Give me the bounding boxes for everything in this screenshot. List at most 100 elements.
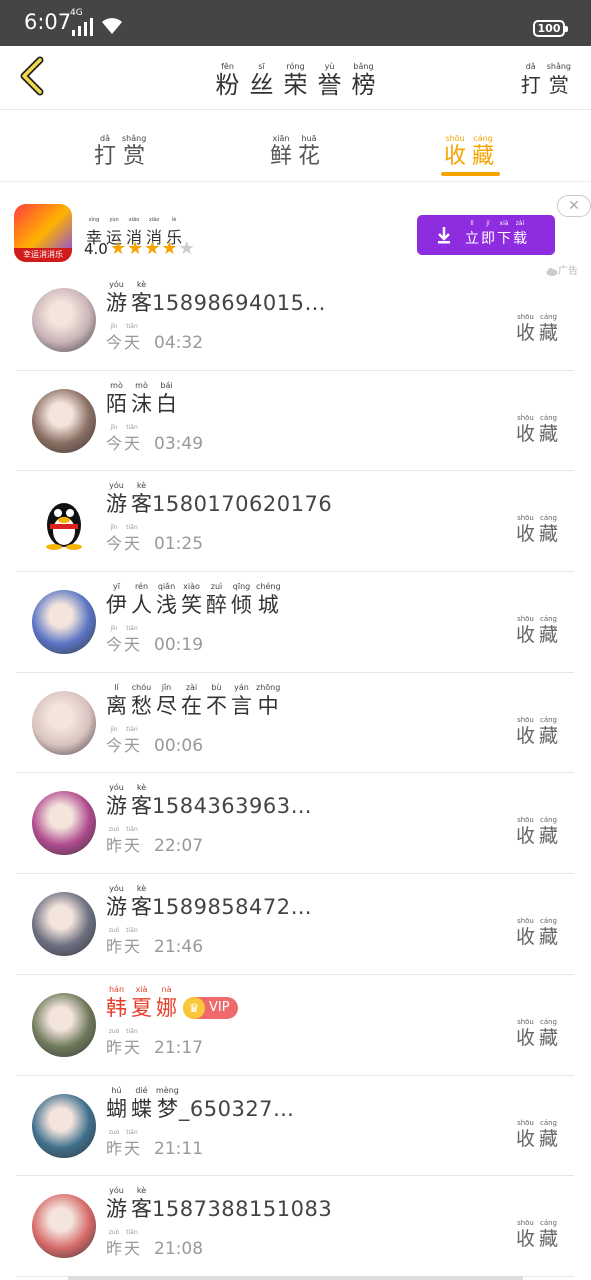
user-name-char: zhōng 中: [256, 683, 280, 719]
user-name-char: hán 韩: [106, 985, 127, 1021]
hanzi: 收: [515, 422, 535, 445]
avatar[interactable]: [32, 489, 96, 554]
hanzi: 在: [181, 693, 202, 718]
user-name-char: kè 客: [131, 884, 152, 920]
favorite-button[interactable]: shōu 收 cáng 藏: [516, 807, 558, 847]
list-item[interactable]: lí 离 chóu 愁 jǐn 尽 zài 在 bù 不 yán 言 zhōng 中 jīn 今 tiān 天 00…: [16, 673, 574, 774]
list-item[interactable]: yóu 游 kè 客 1589858472… zuó 昨 tiān 天 21:46 shōu 收 cán…: [16, 874, 574, 975]
pinyin: xiāo: [128, 217, 140, 223]
tab-favorites[interactable]: shōu 收 cáng 藏: [444, 126, 494, 170]
header-reward-button[interactable]: dǎ 打 shǎng 赏: [521, 54, 571, 98]
user-name: yóu 游 kè 客 15898694015…: [106, 280, 326, 316]
favorite-button[interactable]: shōu 收 cáng 藏: [516, 606, 558, 646]
list-item[interactable]: yóu 游 kè 客 1580170620176 jīn 今 tiān 天 01:25 shōu 收 c…: [16, 471, 574, 573]
pinyin: cáng: [539, 413, 557, 422]
time-value: 04:32: [154, 333, 204, 353]
pinyin: zuó: [108, 1128, 120, 1136]
favorite-button[interactable]: shōu 收 cáng 藏: [516, 908, 558, 948]
user-name-char: kè 客: [131, 280, 152, 316]
pinyin: shōu: [517, 816, 534, 825]
favorite-button[interactable]: shōu 收 cáng 藏: [516, 1210, 558, 1250]
tab-reward[interactable]: dǎ 打 shǎng 赏: [94, 126, 146, 170]
day-char: zuó 昨: [106, 1027, 122, 1059]
user-name-char: kè 客: [131, 1186, 152, 1222]
favorite-button[interactable]: shōu 收 cáng 藏: [516, 1110, 558, 1150]
avatar[interactable]: [32, 791, 96, 856]
reward-char: dǎ 打: [521, 62, 541, 98]
user-name-char: mò 陌: [106, 381, 127, 417]
list-item[interactable]: yóu 游 kè 客 1584363963… zuó 昨 tiān 天 22:07 shōu 收 cán…: [16, 773, 574, 875]
pinyin: tiān: [126, 725, 138, 733]
pinyin: zhōng: [256, 682, 281, 692]
favorite-char: shōu 收: [516, 513, 535, 545]
hanzi: 尽: [156, 693, 177, 718]
pinyin: mò: [135, 380, 148, 390]
day-char: tiān 天: [124, 523, 140, 555]
favorite-button[interactable]: shōu 收 cáng 藏: [516, 304, 558, 344]
list-item[interactable]: yī 伊 rén 人 qiǎn 浅 xiào 笑 zuì 醉 qīng 倾 chéng 城 jīn 今 tiān…: [16, 572, 574, 673]
favorite-button[interactable]: shōu 收 cáng 藏: [516, 505, 558, 545]
favorite-button[interactable]: shōu 收 cáng 藏: [516, 707, 558, 747]
favorite-char: shōu 收: [516, 1017, 535, 1049]
avatar[interactable]: [32, 1194, 96, 1259]
user-name-char: jǐn 尽: [156, 683, 177, 719]
avatar[interactable]: [32, 288, 96, 352]
title-char: fěn 粉: [216, 62, 240, 98]
avatar[interactable]: [32, 892, 96, 957]
time-value: 01:25: [154, 534, 204, 555]
list-item[interactable]: yóu 游 kè 客 1587388151083 zuó 昨 tiān 天 21:08 shōu 收 c…: [16, 1176, 574, 1277]
tab-char: xiān 鲜: [270, 134, 292, 170]
avatar[interactable]: [32, 992, 96, 1057]
hanzi: 收: [515, 724, 535, 747]
avatar[interactable]: [32, 690, 96, 755]
hanzi: 韩: [106, 995, 127, 1020]
pinyin: bù: [211, 682, 222, 692]
user-name-char: bù 不: [206, 683, 227, 719]
pinyin: shǎng: [546, 62, 571, 71]
ad-app-icon[interactable]: 幸运消消乐: [14, 204, 72, 262]
hanzi: 游: [106, 794, 127, 819]
download-char: xià 下: [497, 219, 511, 249]
ad-close-button[interactable]: ✕: [557, 195, 591, 217]
list-item[interactable]: hán 韩 xià 夏 nà 娜 ♛ VIP zuó 昨 tiān 天 21:17 shōu 收 cáng 藏: [16, 975, 574, 1076]
user-name-char: zài 在: [181, 683, 202, 719]
hanzi: 收: [515, 1127, 535, 1150]
favorite-char: shōu 收: [516, 312, 535, 344]
user-name-suffix: _650327…: [178, 1096, 295, 1121]
user-name-suffix: 1589858472…: [152, 895, 313, 920]
avatar[interactable]: [32, 388, 96, 453]
pinyin: xià: [499, 220, 509, 227]
user-name-suffix: 1580170620176: [152, 492, 333, 517]
pinyin: yùn: [109, 217, 119, 223]
favorite-button[interactable]: shōu 收 cáng 藏: [516, 405, 558, 445]
timestamp: zuó 昨 tiān 天 21:46: [106, 926, 203, 958]
ad-banner[interactable]: 幸运消消乐 xìng 幸 yùn 运 xiāo 消 xiāo 消 lè 乐 4.0 ★★★★★ l…: [0, 196, 591, 278]
list-item[interactable]: yóu 游 kè 客 15898694015… jīn 今 tiān 天 04:32 shōu 收 cá…: [16, 270, 574, 371]
list-item[interactable]: mò 陌 mò 沫 bái 白 jīn 今 tiān 天 03:49 shōu 收 cáng 藏: [16, 371, 574, 472]
user-name-char: yóu 游: [106, 884, 127, 920]
hanzi: 收: [515, 825, 535, 848]
hanzi: 今: [106, 635, 123, 655]
download-now-button[interactable]: lì 立 jí 即 xià 下 zài 载: [417, 215, 555, 255]
list-item[interactable]: hú 蝴 dié 蝶 mèng 梦 _650327… zuó 昨 tiān 天 21:11 shōu 收 c…: [16, 1076, 574, 1177]
user-name-char: chóu 愁: [131, 683, 152, 719]
pinyin: zuó: [108, 1229, 120, 1237]
hanzi: 昨: [106, 1138, 123, 1158]
day-char: tiān 天: [124, 322, 140, 354]
tab-flowers[interactable]: xiān 鲜 huā 花: [270, 126, 320, 170]
pinyin: xiào: [183, 582, 200, 592]
timestamp: zuó 昨 tiān 天 22:07: [106, 825, 203, 857]
tab-char: huā 花: [298, 134, 320, 170]
hanzi: 载: [513, 231, 527, 247]
pinyin: kè: [136, 481, 147, 491]
favorite-button[interactable]: shōu 收 cáng 藏: [516, 1009, 558, 1049]
hanzi: 藏: [538, 1127, 558, 1150]
avatar[interactable]: [32, 1093, 96, 1158]
pinyin: tiān: [126, 927, 138, 935]
favorite-char: shōu 收: [516, 413, 535, 445]
hanzi: 即: [481, 231, 495, 247]
hanzi: 天: [124, 433, 141, 453]
pinyin: tiān: [126, 1128, 138, 1136]
favorite-char: cáng 藏: [539, 815, 558, 847]
avatar[interactable]: [32, 590, 96, 655]
